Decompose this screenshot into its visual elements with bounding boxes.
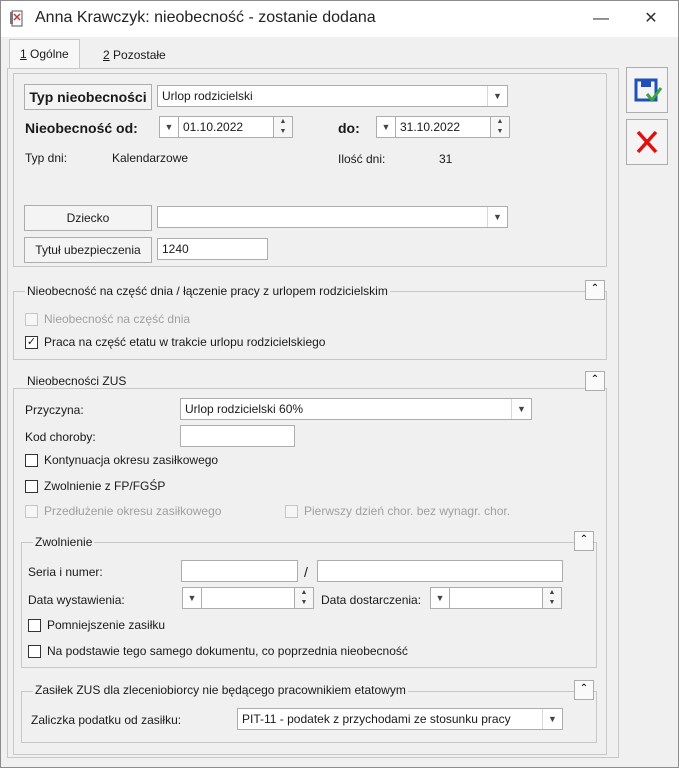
save-button[interactable] bbox=[626, 67, 668, 113]
absence-type-value: Urlop rodzicielski bbox=[162, 89, 253, 103]
extension-checkbox: Przedłużenie okresu zasiłkowego bbox=[25, 504, 221, 518]
to-date-field[interactable]: ▼ 31.10.2022 ▲ ▼ bbox=[376, 116, 511, 138]
dialog-window: Anna Krawczyk: nieobecność - zostanie do… bbox=[0, 0, 679, 768]
tax-advance-value: PIT-11 - podatek z przychodami ze stosun… bbox=[242, 712, 511, 726]
save-icon bbox=[634, 78, 663, 103]
cancel-icon bbox=[636, 130, 658, 154]
reduce-benefit-label: Pomniejszenie zasiłku bbox=[47, 618, 166, 632]
calendar-dropdown-icon[interactable]: ▼ bbox=[376, 116, 396, 138]
disease-code-label: Kod choroby: bbox=[25, 430, 96, 444]
tab-general[interactable]: 1 Ogólne bbox=[9, 39, 80, 70]
tab-other-label: Pozostałe bbox=[113, 48, 166, 62]
checkmark-icon: ✓ bbox=[25, 335, 38, 349]
tab-bar: 1 Ogólne 2 Pozostałe bbox=[1, 39, 621, 70]
calendar-dropdown-icon[interactable]: ▼ bbox=[159, 116, 179, 138]
series-number-label: Seria i numer: bbox=[28, 565, 103, 579]
chevron-down-icon: ▼ bbox=[487, 86, 507, 106]
cancel-button[interactable] bbox=[626, 119, 668, 165]
tab-general-label: Ogólne bbox=[30, 47, 69, 61]
parttime-work-checkbox-label: Praca na część etatu w trakcie urlopu ro… bbox=[44, 335, 326, 349]
same-document-label: Na podstawie tego samego dokumentu, co p… bbox=[47, 644, 408, 658]
absence-type-select[interactable]: Urlop rodzicielski ▼ bbox=[157, 85, 508, 107]
same-document-checkbox[interactable]: Na podstawie tego samego dokumentu, co p… bbox=[28, 644, 408, 658]
to-date-input[interactable]: 31.10.2022 bbox=[395, 116, 491, 138]
to-label: do: bbox=[338, 120, 360, 136]
issue-date-field[interactable]: ▼ ▲ ▼ bbox=[182, 587, 315, 609]
fp-exemption-checkbox[interactable]: Zwolnienie z FP/FGŚP bbox=[25, 479, 165, 493]
collapse-up-icon[interactable]: ⌃ bbox=[574, 531, 594, 551]
delivery-date-field[interactable]: ▼ ▲ ▼ bbox=[430, 587, 563, 609]
tax-advance-select[interactable]: PIT-11 - podatek z przychodami ze stosun… bbox=[237, 708, 563, 730]
from-date-spinner[interactable]: ▲ ▼ bbox=[273, 116, 293, 138]
checkbox-box bbox=[25, 453, 38, 467]
sick-leave-section-title: Zwolnienie bbox=[33, 535, 95, 549]
delivery-date-label: Data dostarczenia: bbox=[321, 593, 422, 607]
to-date-spinner[interactable]: ▲ ▼ bbox=[490, 116, 510, 138]
close-window-button[interactable]: ✕ bbox=[629, 5, 673, 33]
first-day-checkbox: Pierwszy dzień chor. bez wynagr. chor. bbox=[285, 504, 510, 518]
contractor-section-title: Zasiłek ZUS dla zleceniobiorcy nie będąc… bbox=[33, 683, 408, 697]
tab-other[interactable]: 2 Pozostałe bbox=[93, 41, 176, 69]
insurance-title-input[interactable]: 1240 bbox=[157, 238, 268, 260]
calendar-dropdown-icon[interactable]: ▼ bbox=[430, 587, 450, 609]
minimize-button[interactable]: — bbox=[579, 5, 623, 33]
collapse-up-icon[interactable]: ⌃ bbox=[585, 280, 605, 300]
absence-type-button[interactable]: Typ nieobecności bbox=[24, 84, 152, 110]
days-type-label: Typ dni: bbox=[25, 151, 68, 165]
child-button[interactable]: Dziecko bbox=[24, 205, 152, 231]
app-icon bbox=[10, 10, 23, 27]
series-separator: / bbox=[304, 564, 308, 580]
calendar-dropdown-icon[interactable]: ▼ bbox=[182, 587, 202, 609]
checkbox-box bbox=[285, 504, 298, 518]
partday-checkbox-label: Nieobecność na część dnia bbox=[44, 312, 191, 326]
days-type-value: Kalendarzowe bbox=[112, 151, 189, 165]
series-input[interactable] bbox=[181, 560, 298, 582]
extension-label: Przedłużenie okresu zasiłkowego bbox=[44, 504, 222, 518]
chevron-down-icon: ▼ bbox=[511, 399, 531, 419]
window-title: Anna Krawczyk: nieobecność - zostanie do… bbox=[35, 9, 376, 26]
insurance-title-button[interactable]: Tytuł ubezpieczenia bbox=[24, 237, 152, 263]
from-date-field[interactable]: ▼ 01.10.2022 ▲ ▼ bbox=[159, 116, 294, 138]
child-select[interactable]: ▼ bbox=[157, 206, 508, 228]
issue-date-spinner[interactable]: ▲ ▼ bbox=[294, 587, 314, 609]
tax-advance-label: Zaliczka podatku od zasiłku: bbox=[31, 713, 182, 727]
zus-section-title: Nieobecności ZUS bbox=[25, 374, 129, 388]
checkbox-box bbox=[25, 504, 38, 518]
delivery-date-spinner[interactable]: ▲ ▼ bbox=[542, 587, 562, 609]
from-date-input[interactable]: 01.10.2022 bbox=[178, 116, 274, 138]
parttime-work-checkbox[interactable]: ✓ Praca na część etatu w trakcie urlopu … bbox=[25, 335, 325, 349]
days-count-label: Ilość dni: bbox=[338, 152, 386, 166]
first-day-label: Pierwszy dzień chor. bez wynagr. chor. bbox=[304, 504, 511, 518]
checkbox-box bbox=[28, 618, 41, 632]
fp-exemption-label: Zwolnienie z FP/FGŚP bbox=[44, 479, 166, 493]
reason-select[interactable]: Urlop rodzicielski 60% ▼ bbox=[180, 398, 532, 420]
collapse-up-icon[interactable]: ⌃ bbox=[585, 371, 605, 391]
checkbox-box bbox=[28, 644, 41, 658]
continuation-checkbox[interactable]: Kontynuacja okresu zasiłkowego bbox=[25, 453, 218, 467]
title-bar: Anna Krawczyk: nieobecność - zostanie do… bbox=[1, 1, 678, 37]
from-label: Nieobecność od: bbox=[25, 120, 138, 136]
chevron-down-icon: ▼ bbox=[487, 207, 507, 227]
continuation-label: Kontynuacja okresu zasiłkowego bbox=[44, 453, 219, 467]
collapse-up-icon[interactable]: ⌃ bbox=[574, 680, 594, 700]
disease-code-input[interactable] bbox=[180, 425, 295, 447]
reduce-benefit-checkbox[interactable]: Pomniejszenie zasiłku bbox=[28, 618, 165, 632]
chevron-down-icon: ▼ bbox=[542, 709, 562, 729]
partday-checkbox: Nieobecność na część dnia bbox=[25, 312, 190, 326]
issue-date-input[interactable] bbox=[201, 587, 295, 609]
delivery-date-input[interactable] bbox=[449, 587, 543, 609]
days-count-value: 31 bbox=[439, 152, 453, 166]
number-input[interactable] bbox=[317, 560, 563, 582]
reason-value: Urlop rodzicielski 60% bbox=[185, 402, 304, 416]
checkbox-box bbox=[25, 312, 38, 326]
reason-label: Przyczyna: bbox=[25, 403, 84, 417]
issue-date-label: Data wystawienia: bbox=[28, 593, 125, 607]
partday-section-title: Nieobecność na część dnia / łączenie pra… bbox=[25, 284, 390, 298]
checkbox-box bbox=[25, 479, 38, 493]
